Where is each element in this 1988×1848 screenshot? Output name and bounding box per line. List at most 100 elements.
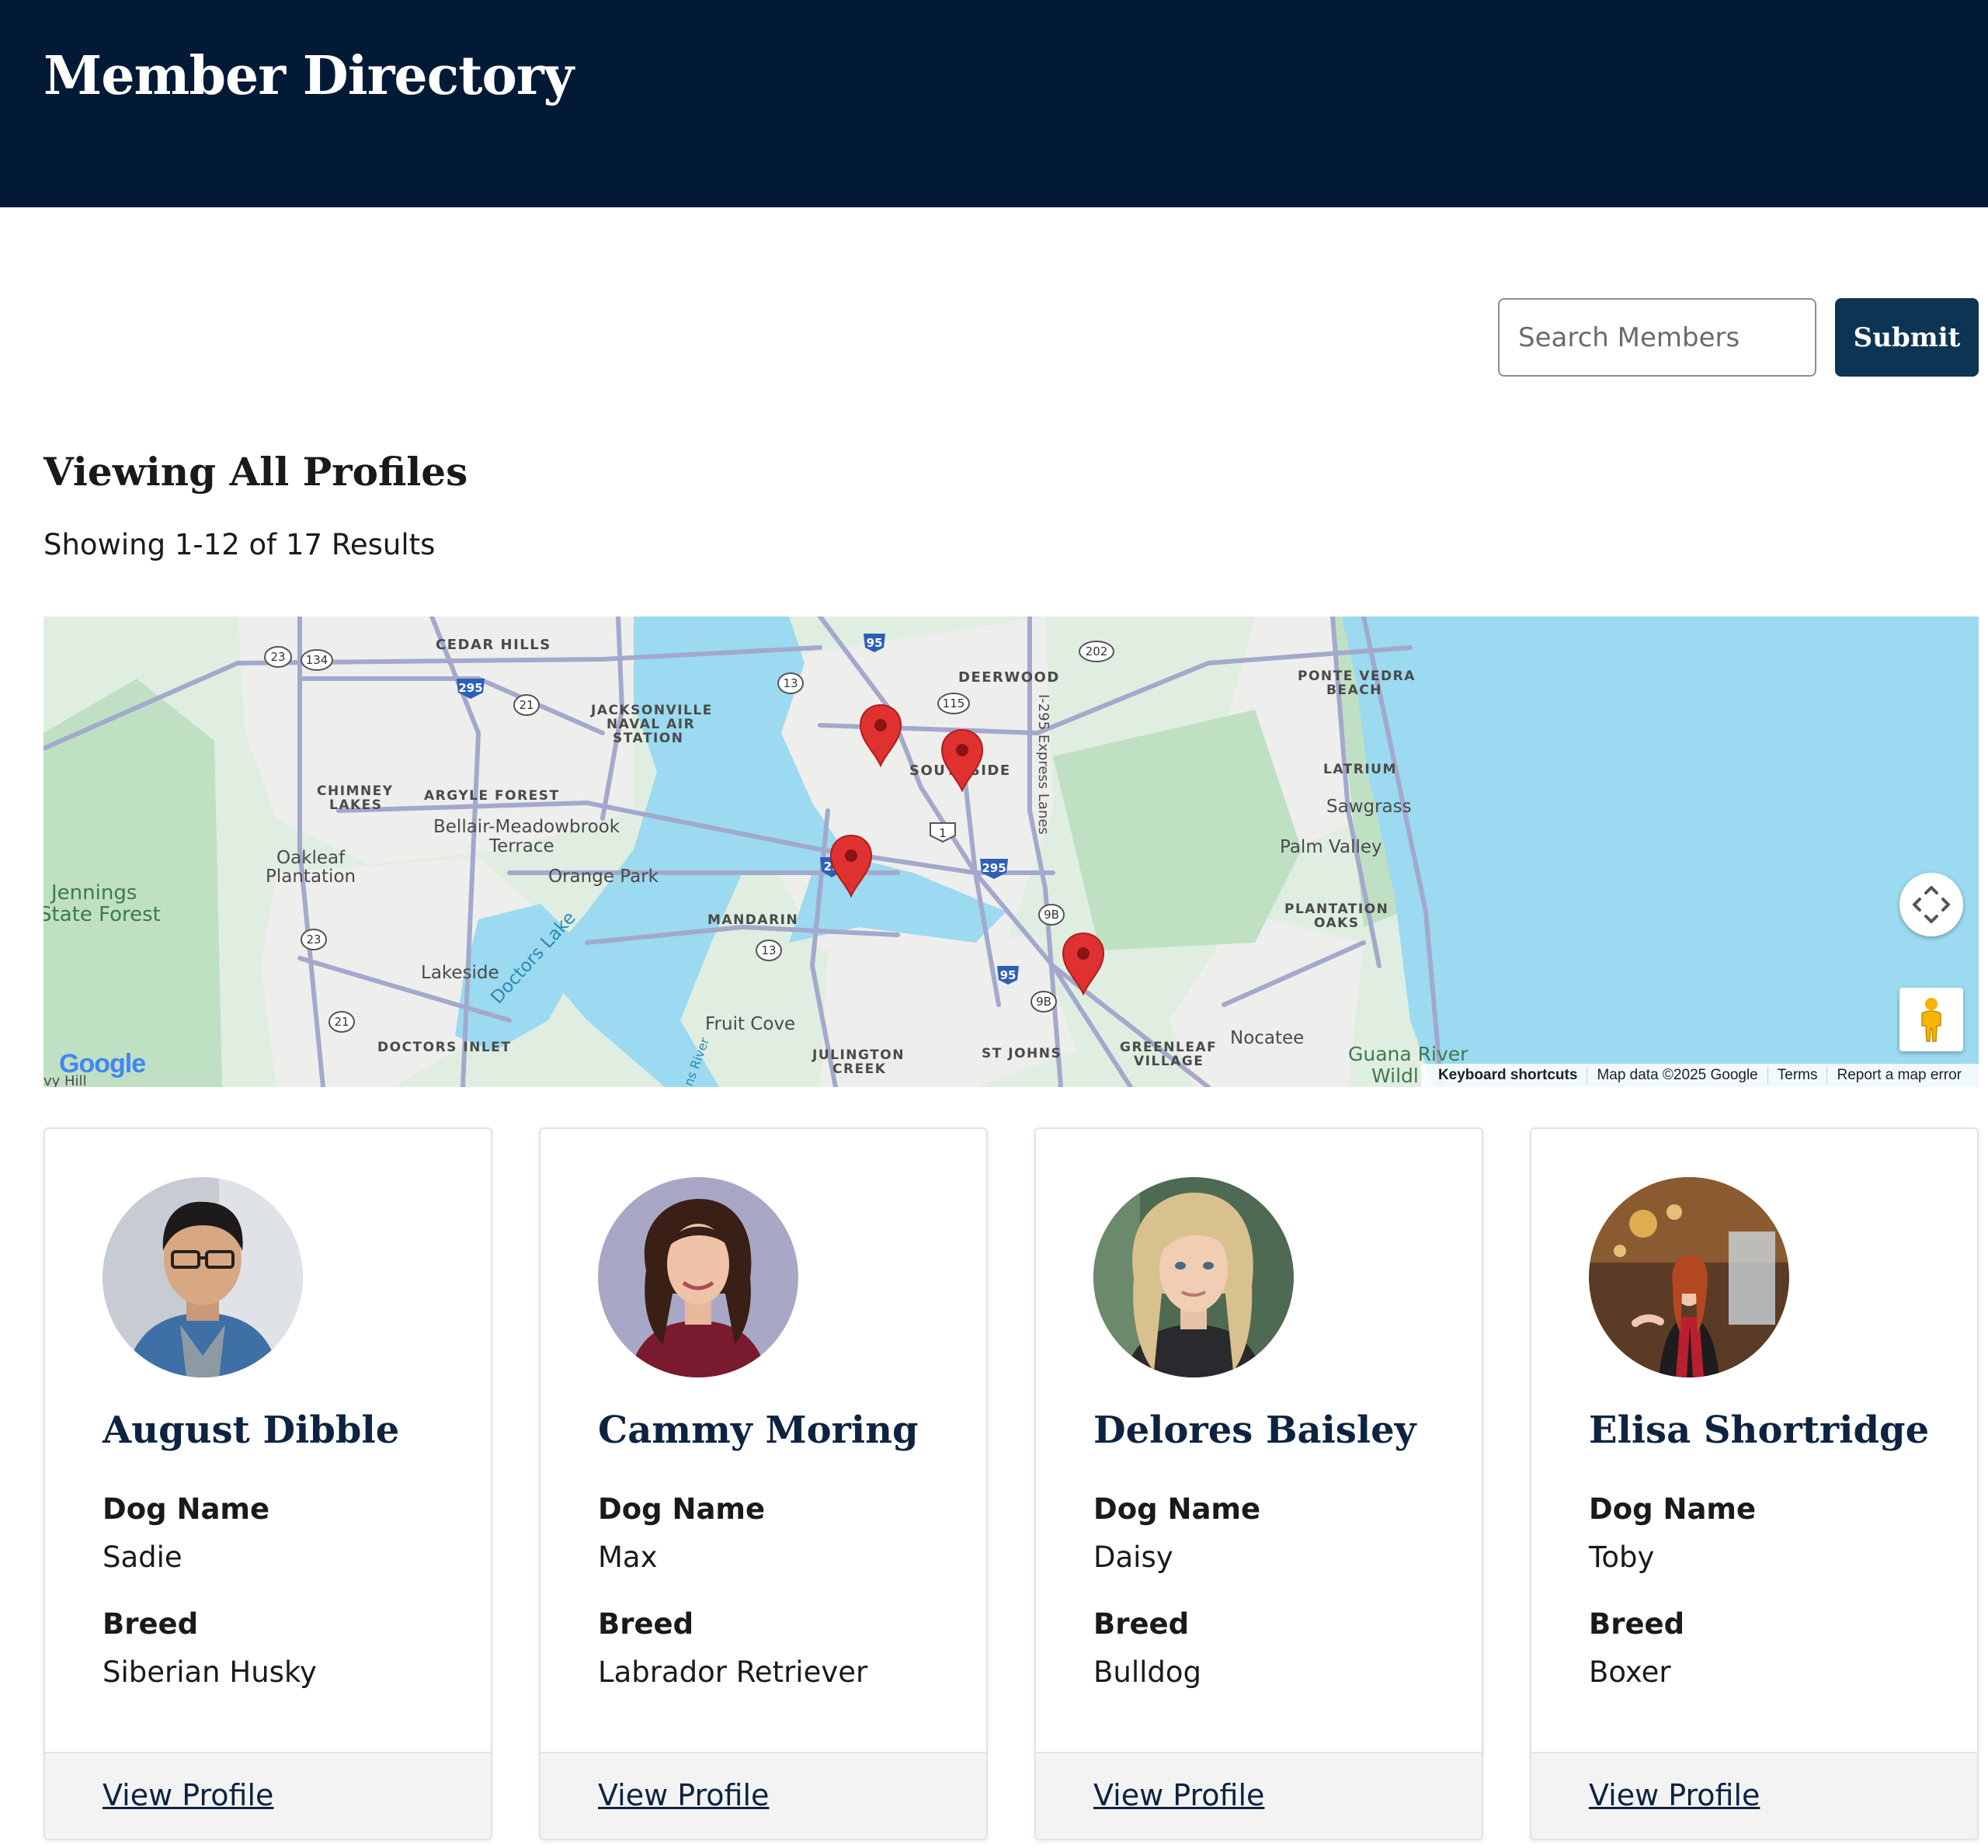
svg-text:295: 295 xyxy=(458,681,482,695)
map-label-sawgrass: Sawgrass xyxy=(1326,797,1412,817)
submit-button[interactable]: Submit xyxy=(1835,298,1979,377)
dog-name-label: Dog Name xyxy=(103,1492,270,1526)
route-shield-115: 115 xyxy=(937,693,970,714)
map-terms-link[interactable]: Terms xyxy=(1768,1067,1828,1084)
page-title: Member Directory xyxy=(43,45,574,107)
svg-text:115: 115 xyxy=(943,696,965,710)
member-photo xyxy=(598,1177,798,1377)
map-label-argyle-forest: ARGYLE FOREST xyxy=(424,788,560,804)
keyboard-shortcuts-link[interactable]: Keyboard shortcuts xyxy=(1429,1067,1588,1084)
svg-text:13: 13 xyxy=(783,676,798,690)
map-label-jax-nas-2: NAVAL AIR xyxy=(606,717,695,732)
report-map-error-link[interactable]: Report a map error xyxy=(1827,1067,1971,1084)
map-canvas[interactable]: CEDAR HILLS JACKSONVILLE NAVAL AIR STATI… xyxy=(43,617,1979,1087)
route-shield-23b: 23 xyxy=(301,929,327,950)
member-photo xyxy=(1093,1177,1294,1377)
card-footer: View Profile xyxy=(1036,1752,1482,1839)
view-profile-link[interactable]: View Profile xyxy=(1589,1778,1760,1812)
breed-value: Boxer xyxy=(1589,1655,1671,1689)
google-logo: Google xyxy=(59,1049,146,1079)
map-label-jennings-1: Jennings xyxy=(50,881,137,905)
breed-label: Breed xyxy=(1093,1607,1190,1641)
map-label-doctors-inlet: DOCTORS INLET xyxy=(377,1040,511,1055)
view-profile-link[interactable]: View Profile xyxy=(598,1778,769,1812)
map-label-fruit-cove: Fruit Cove xyxy=(705,1014,795,1034)
member-card: Delores Baisley Dog Name Daisy Breed Bul… xyxy=(1034,1127,1483,1840)
map-pan-control[interactable] xyxy=(1899,873,1963,936)
member-name: Delores Baisley xyxy=(1093,1409,1416,1452)
map[interactable]: CEDAR HILLS JACKSONVILLE NAVAL AIR STATI… xyxy=(43,617,1979,1087)
route-shield-134: 134 xyxy=(301,649,333,671)
route-shield-23a: 23 xyxy=(264,646,292,668)
dog-name-value: Daisy xyxy=(1093,1541,1173,1574)
street-view-pegman[interactable] xyxy=(1899,988,1963,1051)
results-count: Showing 1-12 of 17 Results xyxy=(43,528,436,561)
map-label-chimney-lakes-1: CHIMNEY xyxy=(317,783,394,799)
member-card: Elisa Shortridge Dog Name Toby Breed Box… xyxy=(1530,1127,1979,1840)
map-label-lakeside: Lakeside xyxy=(421,963,499,983)
map-label-express-lanes: I-295 Express Lanes xyxy=(1035,694,1051,835)
svg-text:1: 1 xyxy=(939,826,947,840)
route-shield-13a: 13 xyxy=(777,672,804,694)
map-attribution-bar: Keyboard shortcuts Map data ©2025 Google… xyxy=(1420,1064,1979,1087)
member-card: August Dibble Dog Name Sadie Breed Siber… xyxy=(43,1127,492,1840)
map-label-orange-park: Orange Park xyxy=(548,867,659,887)
search-input[interactable] xyxy=(1498,298,1816,377)
dog-name-value: Max xyxy=(598,1541,658,1574)
route-shield-95a: 95 xyxy=(864,634,885,652)
pegman-icon xyxy=(1921,998,1941,1042)
dog-name-label: Dog Name xyxy=(598,1492,766,1526)
map-label-greenleaf-2: VILLAGE xyxy=(1134,1054,1204,1069)
breed-label: Breed xyxy=(103,1607,199,1641)
map-label-plantation-oaks-1: PLANTATION xyxy=(1284,901,1388,917)
google-logo-text: Google xyxy=(59,1049,146,1079)
breed-value: Bulldog xyxy=(1093,1655,1202,1689)
map-label-st-johns: ST JOHNS xyxy=(982,1046,1062,1061)
map-label-bellair-2: Terrace xyxy=(488,836,554,856)
svg-text:95: 95 xyxy=(867,636,883,650)
map-label-chimney-lakes-2: LAKES xyxy=(329,797,383,813)
breed-label: Breed xyxy=(598,1607,694,1641)
svg-text:23: 23 xyxy=(306,933,321,947)
svg-text:295: 295 xyxy=(982,861,1006,875)
member-name: Cammy Moring xyxy=(598,1409,919,1452)
svg-text:202: 202 xyxy=(1086,644,1108,658)
dog-name-label: Dog Name xyxy=(1093,1492,1261,1526)
map-label-cedar-hills: CEDAR HILLS xyxy=(436,637,551,653)
svg-text:9B: 9B xyxy=(1036,995,1051,1009)
card-footer: View Profile xyxy=(1531,1752,1977,1839)
map-label-jax-nas-3: STATION xyxy=(613,731,683,746)
map-label-greenleaf-1: GREENLEAF xyxy=(1120,1040,1217,1055)
map-label-nocatee: Nocatee xyxy=(1230,1028,1304,1048)
svg-text:9B: 9B xyxy=(1044,908,1059,922)
section-title: Viewing All Profiles xyxy=(43,449,468,495)
map-label-jennings-2: State Forest xyxy=(43,903,161,926)
dog-name-value: Toby xyxy=(1589,1541,1655,1574)
map-label-jax-nas-1: JACKSONVILLE xyxy=(590,703,713,718)
card-footer: View Profile xyxy=(540,1752,986,1839)
view-profile-link[interactable]: View Profile xyxy=(103,1778,273,1812)
map-label-oakleaf-2: Plantation xyxy=(266,867,356,887)
map-label-guana: Guana River xyxy=(1348,1043,1468,1065)
svg-text:13: 13 xyxy=(761,943,776,957)
view-profile-link[interactable]: View Profile xyxy=(1093,1778,1264,1812)
breed-value: Labrador Retriever xyxy=(598,1655,868,1689)
map-label-bellair-1: Bellair-Meadowbrook xyxy=(433,817,620,837)
map-data-credit: Map data ©2025 Google xyxy=(1587,1067,1768,1084)
avatar xyxy=(103,1177,303,1377)
map-label-palm-valley: Palm Valley xyxy=(1280,837,1382,857)
site-header: Member Directory xyxy=(0,0,1988,207)
route-shield-13b: 13 xyxy=(756,940,782,961)
map-label-latrium: LATRIUM xyxy=(1323,762,1397,777)
map-label-wildl: Wildl xyxy=(1371,1065,1419,1087)
map-label-julington-1: JULINGTON xyxy=(812,1047,905,1063)
route-shield-95b: 95 xyxy=(997,966,1019,985)
member-cards: August Dibble Dog Name Sadie Breed Siber… xyxy=(43,1127,1979,1842)
svg-text:23: 23 xyxy=(270,650,285,664)
member-name: August Dibble xyxy=(103,1409,400,1452)
map-label-ponte-vedra-1: PONTE VEDRA xyxy=(1298,669,1416,684)
breed-label: Breed xyxy=(1589,1607,1685,1641)
svg-text:134: 134 xyxy=(306,653,328,667)
map-label-mandarin: MANDARIN xyxy=(707,912,798,928)
member-card: Cammy Moring Dog Name Max Breed Labrador… xyxy=(539,1127,988,1840)
